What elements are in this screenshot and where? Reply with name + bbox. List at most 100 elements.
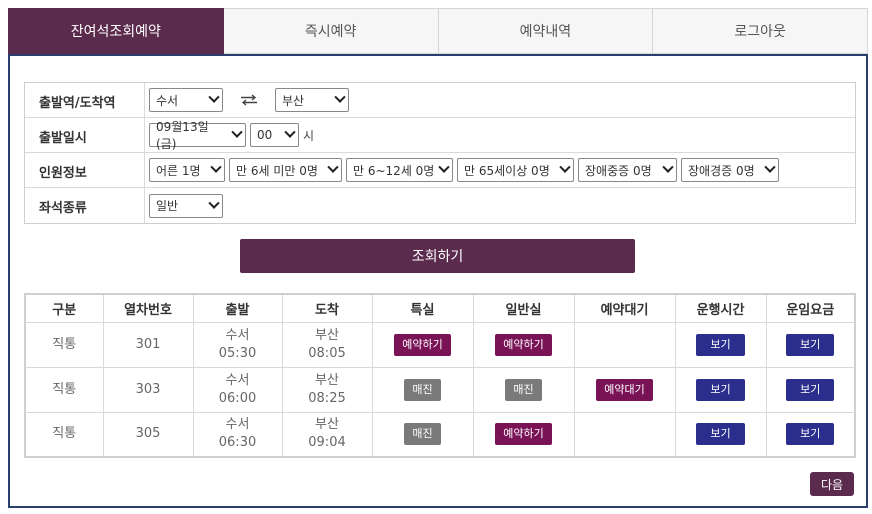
dep-time: 05:30	[218, 345, 257, 361]
hour-select[interactable]: 00	[250, 123, 299, 147]
chevron-down-icon	[764, 161, 776, 173]
cell-type: 직통	[24, 411, 104, 458]
cell-runtime: 보기	[674, 366, 767, 413]
cell-runtime: 보기	[674, 411, 767, 458]
mild-disability-value: 장애경증 0명	[688, 163, 755, 178]
general-reserve-button[interactable]: 예약하기	[495, 333, 552, 356]
col-waitlist: 예약대기	[573, 293, 676, 323]
fare-view-button[interactable]: 보기	[786, 423, 835, 446]
tab-seat-inquiry[interactable]: 잔여석조회예약	[8, 8, 224, 54]
cell-first-class: 예약하기	[371, 321, 474, 368]
col-fare: 운임요금	[765, 293, 856, 323]
general-reserve-button[interactable]: 예약하기	[495, 423, 552, 446]
arr-time: 08:25	[308, 390, 346, 406]
search-button[interactable]: 조회하기	[240, 239, 635, 273]
cell-waitlist	[573, 321, 676, 368]
cell-arrival: 부산 08:25	[281, 366, 373, 413]
child-under6-select[interactable]: 만 6세 미만 0명	[229, 158, 342, 182]
child-6to12-value: 만 6~12세 0명	[353, 163, 435, 178]
senior-select[interactable]: 만 65세이상 0명	[457, 158, 574, 182]
cell-train-no: 305	[102, 411, 194, 458]
seat-type-select[interactable]: 일반	[149, 193, 223, 218]
col-general: 일반실	[472, 293, 575, 323]
cell-arrival: 부산 08:05	[281, 321, 373, 368]
chevron-down-icon	[438, 161, 450, 173]
chevron-down-icon	[327, 161, 339, 173]
seat-row: 좌석종류 일반	[25, 188, 855, 223]
hour-value: 00	[257, 128, 273, 142]
chevron-down-icon	[559, 161, 571, 173]
arrival-station-select[interactable]: 부산	[275, 88, 349, 112]
station-row: 출발역/도착역 수서 부산	[25, 83, 855, 118]
cell-train-no: 303	[102, 366, 194, 413]
departure-station-value: 수서	[156, 93, 179, 108]
datetime-label: 출발일시	[25, 118, 145, 152]
col-first-class: 특실	[371, 293, 474, 323]
table-row: 직통 303 수서 06:00 부산 08:25 매진 매진 예약대기 보기 보기	[24, 366, 856, 413]
cell-departure: 수서 05:30	[192, 321, 283, 368]
chevron-down-icon	[662, 161, 674, 173]
adult-select[interactable]: 어른 1명	[149, 158, 225, 182]
severe-disability-select[interactable]: 장애중증 0명	[578, 158, 677, 182]
next-button[interactable]: 다음	[810, 472, 854, 496]
tab-bar: 잔여석조회예약 즉시예약 예약내역 로그아웃	[8, 8, 868, 54]
general-soldout-badge: 매진	[505, 378, 542, 401]
adult-value: 어른 1명	[156, 163, 201, 178]
fare-view-button[interactable]: 보기	[786, 378, 835, 401]
col-train-no: 열차번호	[102, 293, 194, 323]
waitlist-button[interactable]: 예약대기	[596, 378, 653, 401]
first-class-reserve-button[interactable]: 예약하기	[394, 333, 451, 356]
cell-type: 직통	[24, 366, 104, 413]
col-departure: 출발	[192, 293, 283, 323]
date-select[interactable]: 09월13일(금)	[149, 120, 246, 151]
cell-first-class: 매진	[371, 411, 474, 458]
passenger-label: 인원정보	[25, 153, 145, 187]
senior-value: 만 65세이상 0명	[464, 163, 550, 178]
severe-disability-value: 장애중증 0명	[585, 163, 652, 178]
departure-station-select[interactable]: 수서	[149, 88, 223, 112]
table-row: 직통 301 수서 05:30 부산 08:05 예약하기 예약하기 보기 보기	[24, 321, 856, 368]
cell-runtime: 보기	[674, 321, 767, 368]
runtime-view-button[interactable]: 보기	[696, 423, 745, 446]
chevron-down-icon	[208, 197, 220, 209]
chevron-down-icon	[231, 126, 243, 138]
chevron-down-icon	[284, 126, 296, 138]
cell-fare: 보기	[765, 411, 856, 458]
cell-fare: 보기	[765, 366, 856, 413]
col-runtime: 운행시간	[674, 293, 767, 323]
cell-departure: 수서 06:30	[192, 411, 283, 458]
tab-instant-booking[interactable]: 즉시예약	[223, 8, 439, 54]
swap-stations-icon[interactable]	[227, 88, 271, 112]
chevron-down-icon	[208, 91, 220, 103]
first-class-soldout-badge: 매진	[404, 378, 441, 401]
runtime-view-button[interactable]: 보기	[696, 333, 745, 356]
runtime-view-button[interactable]: 보기	[696, 378, 745, 401]
fare-view-button[interactable]: 보기	[786, 333, 835, 356]
tab-logout[interactable]: 로그아웃	[653, 8, 868, 54]
dep-time: 06:30	[218, 435, 257, 451]
cell-type: 직통	[24, 321, 104, 368]
arr-time: 09:04	[308, 435, 346, 451]
table-row: 직통 305 수서 06:30 부산 09:04 매진 예약하기 보기 보기	[24, 411, 856, 458]
first-class-soldout-badge: 매진	[404, 423, 441, 446]
seat-label: 좌석종류	[25, 188, 145, 223]
mild-disability-select[interactable]: 장애경증 0명	[681, 158, 779, 182]
arr-station: 부산	[315, 327, 339, 343]
arr-station: 부산	[315, 417, 339, 433]
cell-waitlist	[573, 411, 676, 458]
seat-type-value: 일반	[156, 199, 179, 213]
cell-first-class: 매진	[371, 366, 474, 413]
cell-waitlist: 예약대기	[573, 366, 676, 413]
arrival-station-value: 부산	[282, 93, 305, 108]
tab-booking-history[interactable]: 예약내역	[438, 8, 654, 54]
cell-general: 매진	[472, 366, 575, 413]
col-type: 구분	[24, 293, 104, 323]
station-label: 출발역/도착역	[25, 83, 145, 117]
chevron-down-icon	[334, 91, 346, 103]
cell-fare: 보기	[765, 321, 856, 368]
cell-arrival: 부산 09:04	[281, 411, 373, 458]
cell-train-no: 301	[102, 321, 194, 368]
search-form: 출발역/도착역 수서 부산 출발일시 09월13일(금) 00 시 인원정보 어…	[24, 82, 856, 224]
datetime-row: 출발일시 09월13일(금) 00 시	[25, 118, 855, 153]
child-6to12-select[interactable]: 만 6~12세 0명	[346, 158, 453, 182]
